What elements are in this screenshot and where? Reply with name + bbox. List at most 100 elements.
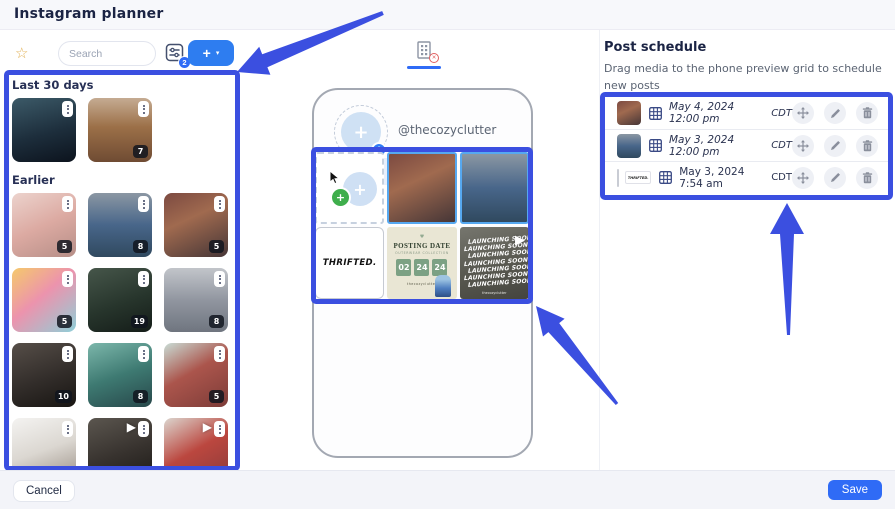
- search-input[interactable]: [58, 41, 156, 66]
- heart-icon: ♥: [420, 235, 424, 240]
- post-datetime: May 3, 2024 12:00 pm: [669, 134, 763, 158]
- move-button[interactable]: [792, 135, 814, 157]
- media-count-badge: 7: [133, 145, 148, 158]
- drag-handle[interactable]: [617, 169, 619, 187]
- media-thumbnail[interactable]: [12, 98, 76, 162]
- chevron-down-icon: ▾: [216, 49, 220, 57]
- row-actions: [792, 135, 878, 157]
- posting-date-boxes: 02 24 24: [396, 259, 447, 276]
- description-line1: Drag media to the phone preview grid to …: [604, 62, 882, 92]
- edit-icon: [830, 172, 841, 183]
- kebab-menu-icon[interactable]: [138, 421, 149, 437]
- media-thumbnail[interactable]: 5: [12, 193, 76, 257]
- move-icon: [797, 107, 809, 119]
- media-thumbnail[interactable]: 8: [88, 193, 152, 257]
- calendar-grid-icon: [649, 139, 662, 152]
- media-thumbnail[interactable]: ▶: [164, 418, 228, 466]
- edit-button[interactable]: [824, 135, 846, 157]
- grid-post-clothes-rack[interactable]: [387, 152, 456, 224]
- phone-preview-grid: + + THRIFTED. ♥ POSTING DATE OUTERWEAR C…: [315, 152, 529, 299]
- library-section-label: Earlier: [12, 173, 235, 187]
- posting-title: POSTING DATE: [393, 242, 450, 250]
- error-badge-icon: ✕: [429, 53, 439, 63]
- dialog-footer: Cancel Save: [0, 470, 895, 509]
- arrow-to-schedule: [770, 203, 804, 335]
- edit-button[interactable]: [824, 167, 846, 189]
- post-schedule-title: Post schedule: [604, 40, 706, 55]
- play-icon: ▶: [203, 420, 212, 434]
- date-box: 24: [414, 259, 429, 276]
- kebab-menu-icon[interactable]: [62, 346, 73, 362]
- active-tab-underline: [407, 66, 441, 69]
- kebab-menu-icon[interactable]: [138, 346, 149, 362]
- favorite-star-icon[interactable]: ☆: [15, 44, 28, 62]
- media-thumbnail[interactable]: 8: [88, 343, 152, 407]
- kebab-menu-icon[interactable]: [62, 196, 73, 212]
- kebab-menu-icon[interactable]: [138, 271, 149, 287]
- scheduled-posts-list: May 4, 2024 12:00 pmCDTMay 3, 2024 12:00…: [605, 97, 888, 193]
- library-section-grid: 7: [12, 98, 235, 162]
- kebab-menu-icon[interactable]: [214, 421, 225, 437]
- page-title: Instagram planner: [14, 6, 163, 22]
- grid-post-jeans-rack[interactable]: [460, 152, 529, 224]
- media-thumbnail[interactable]: 19: [88, 268, 152, 332]
- scheduled-post-row: May 4, 2024 12:00 pmCDT: [605, 97, 888, 129]
- grid-post-posting-date[interactable]: ♥ POSTING DATE OUTERWEAR COLLECTION 02 2…: [387, 227, 456, 299]
- media-thumbnail[interactable]: 5: [164, 193, 228, 257]
- drag-add-icon: +: [330, 187, 351, 208]
- media-thumbnail[interactable]: [12, 418, 76, 466]
- move-icon: [797, 172, 809, 184]
- grid-post-launching-soon[interactable]: LAUNCHING SOONLAUNCHING SOONLAUNCHING SO…: [460, 227, 529, 299]
- media-thumbnail[interactable]: 8: [164, 268, 228, 332]
- media-thumbnail[interactable]: 5: [164, 343, 228, 407]
- media-thumbnail[interactable]: 5: [12, 268, 76, 332]
- library-section-label: Last 30 days: [12, 78, 235, 92]
- kebab-menu-icon[interactable]: [62, 271, 73, 287]
- scheduled-post-row: May 3, 2024 12:00 pmCDT: [605, 129, 888, 161]
- media-count-badge: 8: [133, 240, 148, 253]
- post-thumbnail: THRIFTED.: [625, 171, 651, 184]
- cancel-button[interactable]: Cancel: [13, 480, 75, 502]
- media-thumbnail[interactable]: ▶: [88, 418, 152, 466]
- add-media-button[interactable]: + ▾: [188, 40, 234, 66]
- delete-icon: [862, 172, 873, 184]
- delete-button[interactable]: [856, 135, 878, 157]
- play-icon: ▶: [515, 233, 525, 248]
- arrow-to-grid: [536, 306, 618, 405]
- move-button[interactable]: [792, 167, 814, 189]
- posting-caption: thecozyclutter: [407, 282, 437, 286]
- kebab-menu-icon[interactable]: [214, 271, 225, 287]
- delete-button[interactable]: [856, 102, 878, 124]
- calendar-grid-icon: [659, 171, 672, 184]
- row-actions: [792, 167, 878, 189]
- grid-drop-cell[interactable]: + +: [315, 152, 384, 224]
- filter-button[interactable]: 2: [162, 41, 188, 66]
- media-count-badge: 5: [57, 240, 72, 253]
- instagram-planner-dialog: Instagram planner ☆ 2 + ▾ Last 30 days 7 E…: [0, 0, 895, 509]
- edit-button[interactable]: [824, 102, 846, 124]
- media-count-badge: 5: [57, 315, 72, 328]
- avatar: + +: [334, 105, 388, 159]
- kebab-menu-icon[interactable]: [62, 421, 73, 437]
- kebab-menu-icon[interactable]: [214, 196, 225, 212]
- delete-icon: [862, 140, 873, 152]
- save-button[interactable]: Save: [828, 480, 882, 500]
- date-box: 24: [432, 259, 447, 276]
- delete-button[interactable]: [856, 167, 878, 189]
- move-button[interactable]: [792, 102, 814, 124]
- media-count-badge: 8: [209, 315, 224, 328]
- post-thumbnail: [617, 134, 641, 158]
- kebab-menu-icon[interactable]: [138, 196, 149, 212]
- kebab-menu-icon[interactable]: [138, 101, 149, 117]
- kebab-menu-icon[interactable]: [62, 101, 73, 117]
- media-thumbnail[interactable]: 7: [88, 98, 152, 162]
- cursor-icon: [329, 171, 341, 185]
- post-timezone: CDT: [771, 172, 792, 183]
- post-thumbnail-label: THRIFTED.: [628, 176, 649, 180]
- media-library: Last 30 days7Earlier58551981085▶▶: [9, 75, 235, 466]
- panel-divider: [599, 30, 600, 470]
- media-thumbnail[interactable]: 10: [12, 343, 76, 407]
- edit-icon: [830, 108, 841, 119]
- kebab-menu-icon[interactable]: [214, 346, 225, 362]
- grid-post-thrifted[interactable]: THRIFTED.: [315, 227, 384, 299]
